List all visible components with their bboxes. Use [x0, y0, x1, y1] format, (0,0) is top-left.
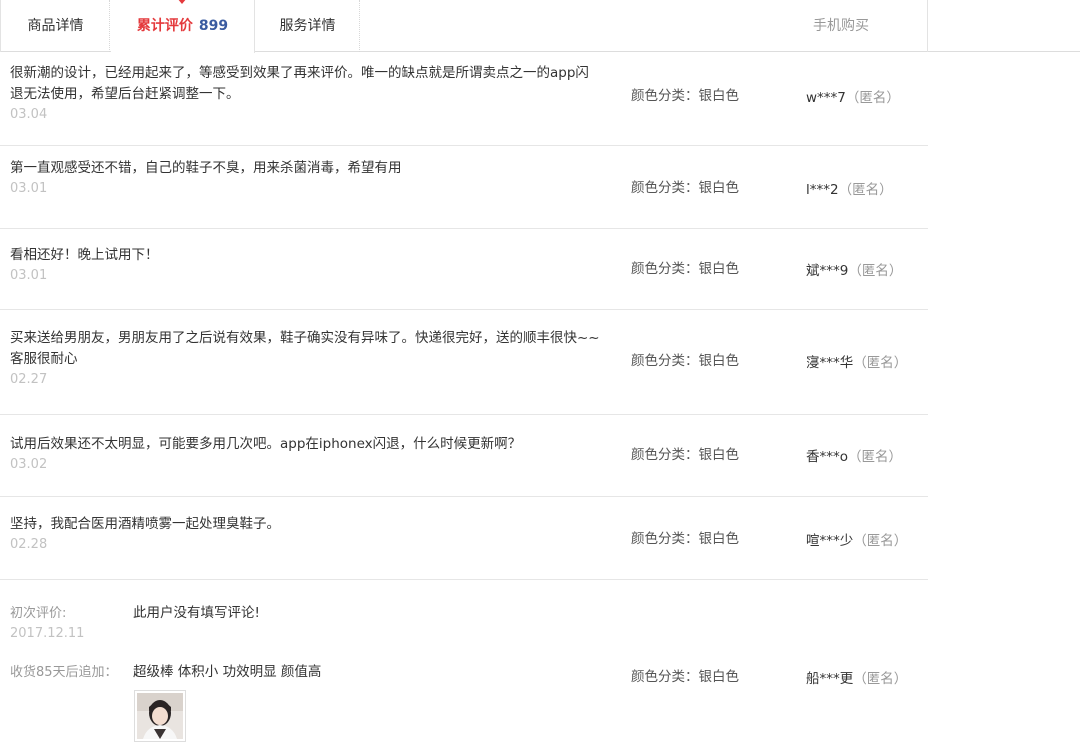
review-content: 很新潮的设计，已经用起来了，等感受到效果了再来评价。唯一的缺点就是所谓卖点之一的…: [10, 63, 600, 125]
tab-reviews-label: 累计评价: [136, 18, 193, 34]
review-text: 第一直观感受还不错，自己的鞋子不臭，用来杀菌消毒，希望有用: [10, 160, 402, 176]
review-count: 899: [198, 18, 229, 34]
review-user: 船***更（匿名）: [806, 667, 918, 687]
review-sku: 颜色分类：银白色: [631, 180, 739, 196]
review-row: 看相还好！晚上试用下！ 03.01 颜色分类：银白色 斌***9（匿名）: [0, 229, 928, 310]
review-username: 斌***9: [806, 263, 849, 279]
review-user: 斌***9（匿名）: [806, 259, 918, 279]
review-username: 喧***少: [806, 533, 854, 549]
review-date: 02.28: [10, 537, 48, 552]
review-sku: 颜色分类：银白色: [631, 447, 739, 463]
review-sku: 颜色分类：银白色: [631, 531, 739, 547]
review-row: 买来送给男朋友，男朋友用了之后说有效果，鞋子确实没有异味了。快递很完好，送的顺丰…: [0, 310, 928, 415]
review-anonymous-tag: （匿名）: [853, 355, 908, 371]
review-row: 很新潮的设计，已经用起来了，等感受到效果了再来评价。唯一的缺点就是所谓卖点之一的…: [0, 53, 928, 146]
review-anonymous-tag: （匿名）: [853, 533, 908, 549]
review-text: 买来送给男朋友，男朋友用了之后说有效果，鞋子确实没有异味了。快递很完好，送的顺丰…: [10, 330, 600, 367]
review-anonymous-tag: （匿名）: [853, 671, 908, 687]
review-anonymous-tag: （匿名）: [838, 182, 893, 198]
append-review-label: 收货85天后追加：: [10, 665, 118, 680]
review-user: 喧***少（匿名）: [806, 529, 918, 549]
review-sku: 颜色分类：银白色: [631, 261, 739, 277]
review-user: 寖***华（匿名）: [806, 351, 918, 371]
tab-product-details-label: 商品详情: [27, 18, 84, 34]
review-row: 第一直观感受还不错，自己的鞋子不臭，用来杀菌消毒，希望有用 03.01 颜色分类…: [0, 146, 928, 229]
review-content: 看相还好！晚上试用下！ 03.01: [10, 245, 600, 286]
review-content: 买来送给男朋友，男朋友用了之后说有效果，鞋子确实没有异味了。快递很完好，送的顺丰…: [10, 328, 600, 390]
review-user: w***7（匿名）: [806, 86, 918, 106]
review-username: l***2: [806, 182, 839, 198]
tabs-container: 商品详情 累计评价 899 服务详情 手机购买: [0, 0, 928, 53]
tab-mobile-purchase-label: 手机购买: [813, 18, 869, 34]
review-date: 03.01: [10, 268, 48, 283]
review-photo-icon: [137, 693, 183, 739]
review-username: w***7: [806, 90, 846, 106]
review-row-with-followup: 初次评价: 此用户没有填写评论! 2017.12.11 收货85天后追加： 超级…: [0, 580, 928, 750]
tab-service-details[interactable]: 服务详情: [256, 0, 360, 52]
review-row: 坚持，我配合医用酒精喷雾一起处理臭鞋子。 02.28 颜色分类：银白色 喧***…: [0, 497, 928, 580]
initial-review-date: 2017.12.11: [10, 626, 85, 641]
review-content: 坚持，我配合医用酒精喷雾一起处理臭鞋子。 02.28: [10, 514, 600, 555]
tab-product-details[interactable]: 商品详情: [2, 0, 110, 52]
review-date: 03.02: [10, 457, 48, 472]
review-text: 坚持，我配合医用酒精喷雾一起处理臭鞋子。: [10, 516, 280, 532]
review-sku: 颜色分类：银白色: [631, 669, 739, 685]
initial-review-label: 初次评价:: [10, 606, 67, 621]
review-date: 03.01: [10, 181, 48, 196]
initial-review-text: 此用户没有填写评论!: [133, 605, 260, 621]
review-date: 03.04: [10, 107, 48, 122]
review-user: l***2（匿名）: [806, 178, 918, 198]
tab-service-details-label: 服务详情: [279, 18, 336, 34]
review-row: 试用后效果还不太明显，可能要多用几次吧。app在iphonex闪退，什么时候更新…: [0, 415, 928, 497]
review-user: 香***o（匿名）: [806, 445, 918, 465]
review-username: 船***更: [806, 671, 854, 687]
review-content: 第一直观感受还不错，自己的鞋子不臭，用来杀菌消毒，希望有用 03.01: [10, 158, 600, 199]
review-text: 试用后效果还不太明显，可能要多用几次吧。app在iphonex闪退，什么时候更新…: [10, 436, 522, 452]
review-anonymous-tag: （匿名）: [848, 263, 903, 279]
review-photo-thumbnail[interactable]: [134, 690, 186, 742]
review-username: 香***o: [806, 449, 849, 465]
review-sku: 颜色分类：银白色: [631, 88, 739, 104]
tab-mobile-purchase[interactable]: 手机购买: [761, 0, 921, 52]
review-text: 看相还好！晚上试用下！: [10, 247, 159, 263]
review-anonymous-tag: （匿名）: [848, 449, 903, 465]
active-tab-arrow-icon: [177, 0, 187, 4]
review-date: 02.27: [10, 372, 48, 387]
review-username: 寖***华: [806, 355, 854, 371]
review-text: 很新潮的设计，已经用起来了，等感受到效果了再来评价。唯一的缺点就是所谓卖点之一的…: [10, 65, 589, 102]
tab-reviews[interactable]: 累计评价 899: [111, 0, 255, 53]
append-review-text: 超级棒 体积小 功效明显 颜值高: [133, 664, 322, 680]
review-anonymous-tag: （匿名）: [845, 90, 900, 106]
review-content: 试用后效果还不太明显，可能要多用几次吧。app在iphonex闪退，什么时候更新…: [10, 434, 600, 475]
review-sku: 颜色分类：银白色: [631, 353, 739, 369]
review-list: 很新潮的设计，已经用起来了，等感受到效果了再来评价。唯一的缺点就是所谓卖点之一的…: [0, 53, 928, 750]
tab-bar: 商品详情 累计评价 899 服务详情 手机购买: [0, 0, 1080, 53]
